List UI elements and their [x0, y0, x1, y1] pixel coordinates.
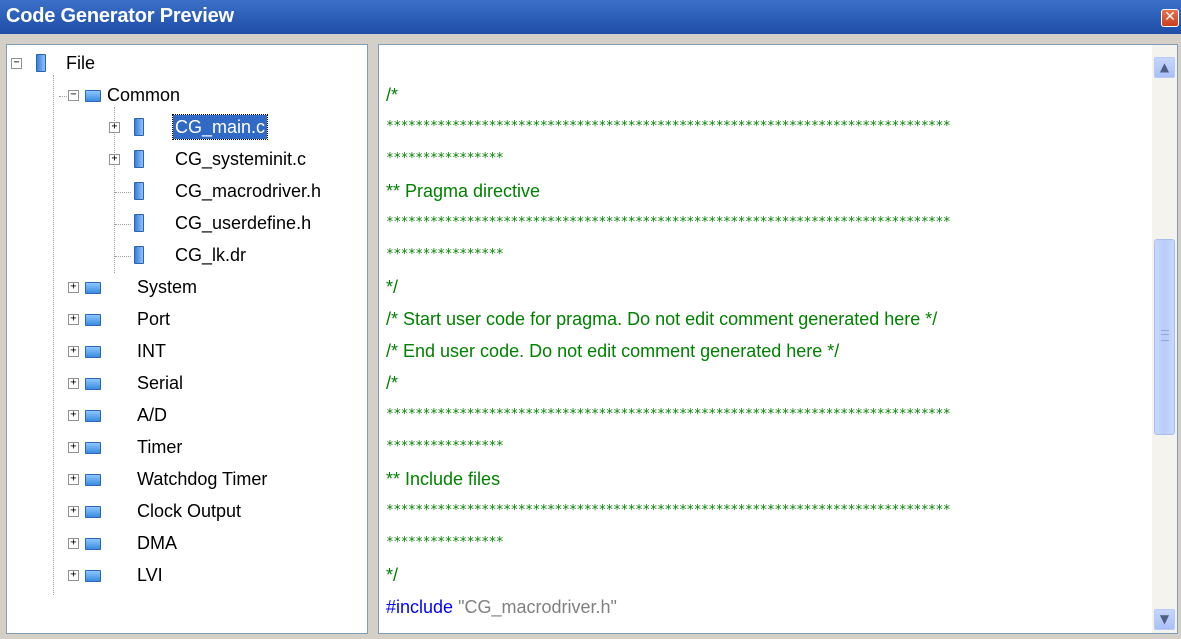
tree-label-timer: Timer	[137, 437, 183, 457]
code-line: ****************	[386, 535, 504, 550]
tree-label-int: INT	[137, 341, 166, 361]
code-line: ****************	[386, 247, 504, 262]
title-bar: Code Generator Preview ✕	[0, 0, 1181, 34]
vertical-scrollbar[interactable]: ▲ ▼	[1152, 44, 1178, 634]
folder-icon	[85, 506, 101, 518]
tree-branch	[115, 192, 131, 193]
tree-label-file: File	[66, 53, 96, 73]
file-icon	[134, 246, 144, 264]
scroll-thumb[interactable]	[1154, 239, 1175, 435]
tree-label-serial: Serial	[137, 373, 184, 393]
code-line-include: #include "CG_macrodriver.h"	[386, 595, 617, 619]
expand-icon[interactable]: +	[68, 538, 79, 549]
tree-label-lvi: LVI	[137, 565, 163, 585]
tree-label-system: System	[137, 277, 198, 297]
code-line: ****************	[386, 439, 504, 454]
expand-icon[interactable]: +	[68, 506, 79, 517]
folder-icon	[85, 314, 101, 326]
tree-guide-line	[53, 75, 54, 595]
code-line: ****************	[386, 151, 504, 166]
collapse-icon[interactable]: −	[11, 58, 22, 69]
file-icon	[134, 214, 144, 232]
tree-label-dma: DMA	[137, 533, 177, 553]
code-line: ****************************************…	[386, 407, 951, 422]
folder-icon	[85, 346, 101, 358]
tree-branch	[115, 256, 131, 257]
expand-icon[interactable]: +	[109, 154, 120, 165]
expand-icon[interactable]: +	[68, 474, 79, 485]
code-line: ****************************************…	[386, 119, 951, 134]
folder-icon	[85, 90, 101, 102]
scroll-up-icon[interactable]: ▲	[1154, 57, 1175, 78]
tree-label-cg-systeminit: CG_systeminit.c	[175, 149, 307, 169]
file-tree[interactable]: − File − Common + CG_main.c + CG_systemi…	[6, 44, 368, 634]
code-line: */	[386, 565, 399, 585]
file-icon	[134, 182, 144, 200]
tree-label-common: Common	[107, 85, 181, 105]
collapse-icon[interactable]: −	[68, 90, 79, 101]
file-icon	[134, 118, 144, 136]
code-line: ****************************************…	[386, 215, 951, 230]
tree-label-ad: A/D	[137, 405, 168, 425]
tree-label-clock-output: Clock Output	[137, 501, 242, 521]
folder-icon	[85, 378, 101, 390]
tree-label-cg-macrodriver: CG_macrodriver.h	[175, 181, 322, 201]
expand-icon[interactable]: +	[68, 410, 79, 421]
file-icon	[134, 150, 144, 168]
code-line: /*	[386, 85, 399, 105]
folder-icon	[85, 538, 101, 550]
expand-icon[interactable]: +	[68, 570, 79, 581]
pane-splitter[interactable]	[368, 44, 378, 634]
expand-icon[interactable]: +	[68, 346, 79, 357]
close-icon[interactable]: ✕	[1161, 9, 1179, 27]
code-preview[interactable]: /* *************************************…	[378, 44, 1152, 634]
tree-label-watchdog-timer: Watchdog Timer	[137, 469, 268, 489]
code-generator-preview-window: Code Generator Preview ✕ − File − Common…	[0, 0, 1181, 639]
code-line: /* End user code. Do not edit comment ge…	[386, 341, 840, 361]
expand-icon[interactable]: +	[68, 378, 79, 389]
scroll-down-icon[interactable]: ▼	[1154, 609, 1175, 630]
folder-icon	[85, 282, 101, 294]
expand-icon[interactable]: +	[68, 314, 79, 325]
expand-icon[interactable]: +	[109, 122, 120, 133]
include-keyword: #include	[386, 597, 454, 617]
expand-icon[interactable]: +	[68, 282, 79, 293]
file-icon	[36, 54, 46, 72]
grip-icon	[1161, 330, 1169, 341]
folder-icon	[85, 570, 101, 582]
expand-icon[interactable]: +	[68, 442, 79, 453]
folder-icon	[85, 410, 101, 422]
code-line: ** Pragma directive	[386, 181, 541, 201]
tree-label-cg-main: CG_main.c	[171, 114, 269, 140]
tree-label-port: Port	[137, 309, 171, 329]
code-line: ****************************************…	[386, 503, 951, 518]
include-target: "CG_macrodriver.h"	[458, 597, 617, 617]
tree-label-cg-userdefine: CG_userdefine.h	[175, 213, 312, 233]
code-line: /*	[386, 373, 399, 393]
code-line: ** Include files	[386, 469, 501, 489]
folder-icon	[85, 474, 101, 486]
code-line: /* Start user code for pragma. Do not ed…	[386, 309, 938, 329]
tree-label-cg-lk: CG_lk.dr	[175, 245, 247, 265]
window-title: Code Generator Preview	[6, 5, 234, 27]
tree-branch	[115, 224, 131, 225]
code-line: */	[386, 277, 399, 297]
folder-icon	[85, 442, 101, 454]
